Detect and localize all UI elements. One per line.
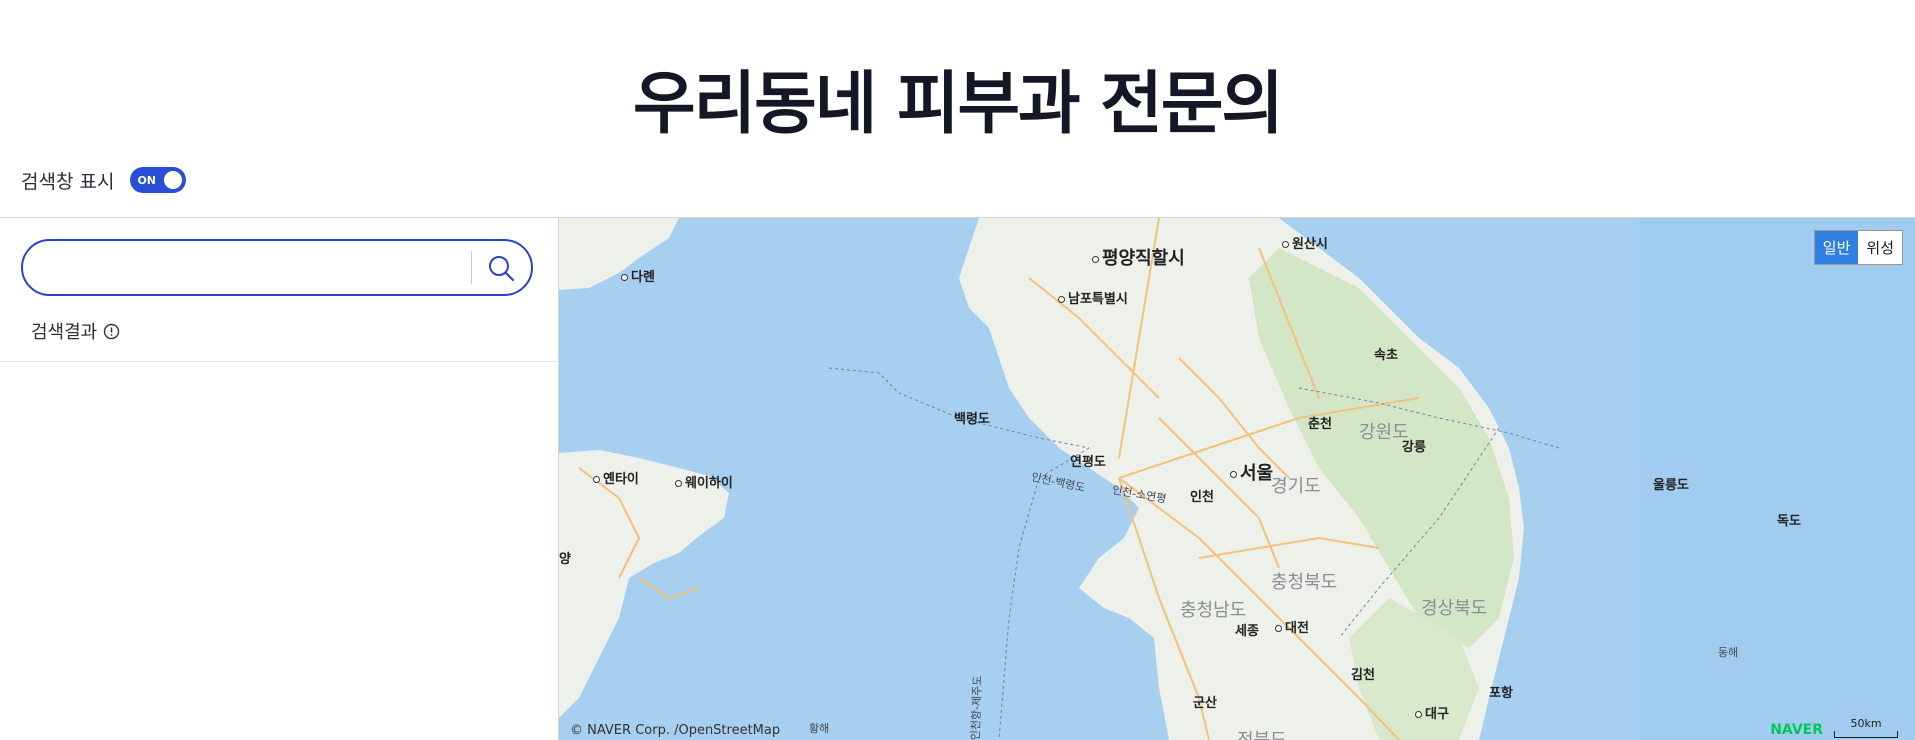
- map-type-satellite-button[interactable]: 위성: [1858, 231, 1902, 264]
- search-results-header: 검색결과: [31, 318, 120, 344]
- map-copyright[interactable]: © NAVER Corp. /OpenStreetMap: [570, 723, 780, 738]
- map-label-gyeonggi: 경기도: [1271, 476, 1321, 497]
- map-label-dalian: 다롄: [621, 266, 655, 285]
- search-icon: [489, 256, 515, 282]
- toggle-label: 검색창 표시: [21, 170, 115, 193]
- map-label-donghae: 동해: [1718, 646, 1739, 659]
- map-label-seoul: 서울: [1230, 459, 1273, 485]
- map-label-pohang: 포항: [1489, 686, 1513, 701]
- map-label-gyeongbuk: 경상북도: [1421, 598, 1488, 619]
- map-label-yeonpyeong: 연평도: [1070, 455, 1106, 470]
- map-scale-bar: [1834, 731, 1898, 738]
- naver-logo[interactable]: NAVER: [1770, 722, 1823, 738]
- map-label-wonsan: 원산시: [1282, 233, 1328, 252]
- map-label-jeonbuk: 전북도: [1237, 726, 1287, 740]
- search-input[interactable]: [41, 249, 465, 288]
- map-label-sejong: 세종: [1235, 624, 1259, 639]
- search-results-title: 검색결과: [31, 322, 98, 343]
- map-label-sokcho: 속초: [1374, 348, 1398, 363]
- map-type-switch: 일반 위성: [1813, 230, 1903, 265]
- map-label-ulleung: 울릉도: [1653, 478, 1689, 493]
- map-label-daegu: 대구: [1415, 703, 1449, 722]
- page-title: 우리동네 피부과 전문의: [633, 65, 1284, 144]
- search-sidebar: 검색결과: [0, 218, 559, 740]
- map-label-chuncheon: 춘천: [1308, 417, 1332, 432]
- map-type-normal-button[interactable]: 일반: [1814, 231, 1859, 264]
- info-icon[interactable]: [103, 323, 120, 340]
- map-label-daejeon: 대전: [1275, 617, 1309, 636]
- map-view[interactable]: 평양직할시 원산시 다롄 남포특별시 속초 백령도 춘천 강원도 강릉 연평도 …: [559, 218, 1915, 740]
- search-button[interactable]: [483, 250, 519, 286]
- map-scale: 50km: [1834, 717, 1898, 738]
- map-label-nampo: 남포특별시: [1058, 288, 1128, 307]
- results-divider: [0, 361, 558, 362]
- map-label-pyongyang: 평양직할시: [1092, 244, 1185, 270]
- search-panel-toggle[interactable]: ON: [130, 167, 187, 193]
- map-label-gangneung: 강릉: [1402, 440, 1426, 455]
- toggle-state-text: ON: [137, 173, 157, 187]
- toggle-knob: [164, 171, 183, 189]
- map-label-incheon: 인천: [1190, 490, 1214, 505]
- map-label-edge: 양: [559, 552, 571, 567]
- map-label-weihai: 웨이하이: [675, 472, 733, 491]
- search-separator: [471, 251, 472, 284]
- map-label-hwanghae: 황해: [809, 722, 830, 735]
- map-label-route-jeju: 인천항-제주도: [968, 675, 985, 740]
- map-label-chungnam: 충청남도: [1180, 600, 1247, 621]
- map-label-dokdo: 독도: [1777, 514, 1801, 529]
- map-label-yantai: 옌타이: [593, 468, 639, 487]
- map-label-chungbuk: 충청북도: [1271, 572, 1338, 593]
- search-box: [21, 239, 533, 296]
- map-label-gunsan: 군산: [1193, 696, 1217, 711]
- map-label-gimcheon: 김천: [1351, 668, 1375, 683]
- map-scale-label: 50km: [1850, 717, 1882, 730]
- map-label-baengnyeong: 백령도: [954, 412, 990, 427]
- search-toggle-row: 검색창 표시 ON: [21, 164, 187, 196]
